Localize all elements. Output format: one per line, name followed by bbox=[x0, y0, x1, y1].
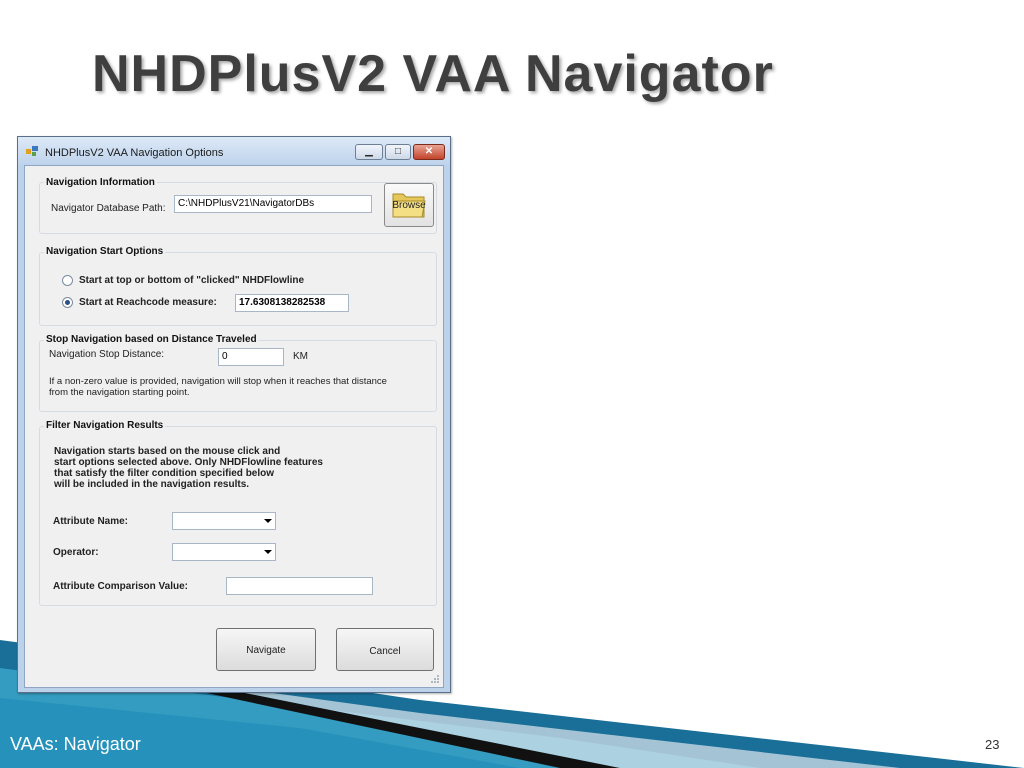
start-options-title: Navigation Start Options bbox=[44, 246, 166, 257]
attribute-name-label: Attribute Name: bbox=[53, 516, 129, 527]
browse-label: Browse bbox=[392, 200, 426, 211]
cancel-label: Cancel bbox=[369, 646, 401, 657]
footer-text: VAAs: Navigator bbox=[10, 734, 141, 754]
cancel-button[interactable]: Cancel bbox=[336, 628, 434, 671]
comparison-value-label: Attribute Comparison Value: bbox=[53, 581, 189, 592]
dialog-client-area: Navigation Information Navigator Databas… bbox=[24, 165, 444, 688]
radio-top-bottom[interactable] bbox=[62, 275, 73, 286]
page-number: 23 bbox=[985, 737, 1000, 752]
slide-title: NHDPlusV2 VAA Navigator bbox=[92, 45, 774, 103]
app-icon bbox=[26, 146, 38, 156]
distance-unit: KM bbox=[293, 351, 308, 362]
reachcode-measure-input[interactable]: 17.6308138282538 bbox=[235, 294, 349, 312]
stop-note-line2: from the navigation starting point. bbox=[49, 387, 190, 398]
start-options-group bbox=[39, 252, 437, 326]
navigate-button[interactable]: Navigate bbox=[216, 628, 316, 671]
resize-grip-icon[interactable] bbox=[430, 674, 440, 684]
filter-desc-line4: will be included in the navigation resul… bbox=[54, 479, 250, 490]
radio-reachcode[interactable] bbox=[62, 297, 73, 308]
navigation-information-title: Navigation Information bbox=[44, 177, 157, 188]
option-top-bottom-label: Start at top or bottom of "clicked" NHDF… bbox=[79, 275, 305, 286]
attribute-name-select[interactable] bbox=[172, 512, 276, 530]
db-path-label: Navigator Database Path: bbox=[51, 203, 166, 214]
db-path-input[interactable]: C:\NHDPlusV21\NavigatorDBs bbox=[174, 195, 372, 213]
filter-desc-line3: that satisfy the filter condition specif… bbox=[54, 468, 275, 479]
filter-desc-line1: Navigation starts based on the mouse cli… bbox=[54, 446, 281, 457]
stop-distance-input[interactable]: 0 bbox=[218, 348, 284, 366]
window-title: NHDPlusV2 VAA Navigation Options bbox=[45, 147, 224, 159]
filter-results-title: Filter Navigation Results bbox=[44, 420, 166, 431]
operator-select[interactable] bbox=[172, 543, 276, 561]
chevron-down-icon bbox=[264, 550, 272, 554]
maximize-button[interactable]: □ bbox=[385, 144, 411, 160]
maximize-icon: □ bbox=[394, 146, 402, 157]
comparison-value-input[interactable] bbox=[226, 577, 373, 595]
operator-label: Operator: bbox=[53, 547, 99, 558]
filter-desc-line2: start options selected above. Only NHDFl… bbox=[54, 457, 323, 468]
close-button[interactable]: ✕ bbox=[413, 144, 445, 160]
stop-navigation-title: Stop Navigation based on Distance Travel… bbox=[44, 334, 259, 345]
stop-note-line1: If a non-zero value is provided, navigat… bbox=[49, 376, 387, 387]
window-titlebar[interactable]: NHDPlusV2 VAA Navigation Options ▁ □ ✕ bbox=[18, 137, 450, 165]
browse-button[interactable]: Browse bbox=[384, 183, 434, 227]
chevron-down-icon bbox=[264, 519, 272, 523]
minimize-icon: ▁ bbox=[365, 146, 373, 157]
navigation-options-window: NHDPlusV2 VAA Navigation Options ▁ □ ✕ N… bbox=[17, 136, 451, 693]
option-reachcode-label: Start at Reachcode measure: bbox=[79, 297, 217, 308]
navigate-label: Navigate bbox=[246, 645, 286, 656]
stop-distance-label: Navigation Stop Distance: bbox=[49, 349, 165, 360]
minimize-button[interactable]: ▁ bbox=[355, 144, 383, 160]
close-icon: ✕ bbox=[424, 146, 434, 157]
